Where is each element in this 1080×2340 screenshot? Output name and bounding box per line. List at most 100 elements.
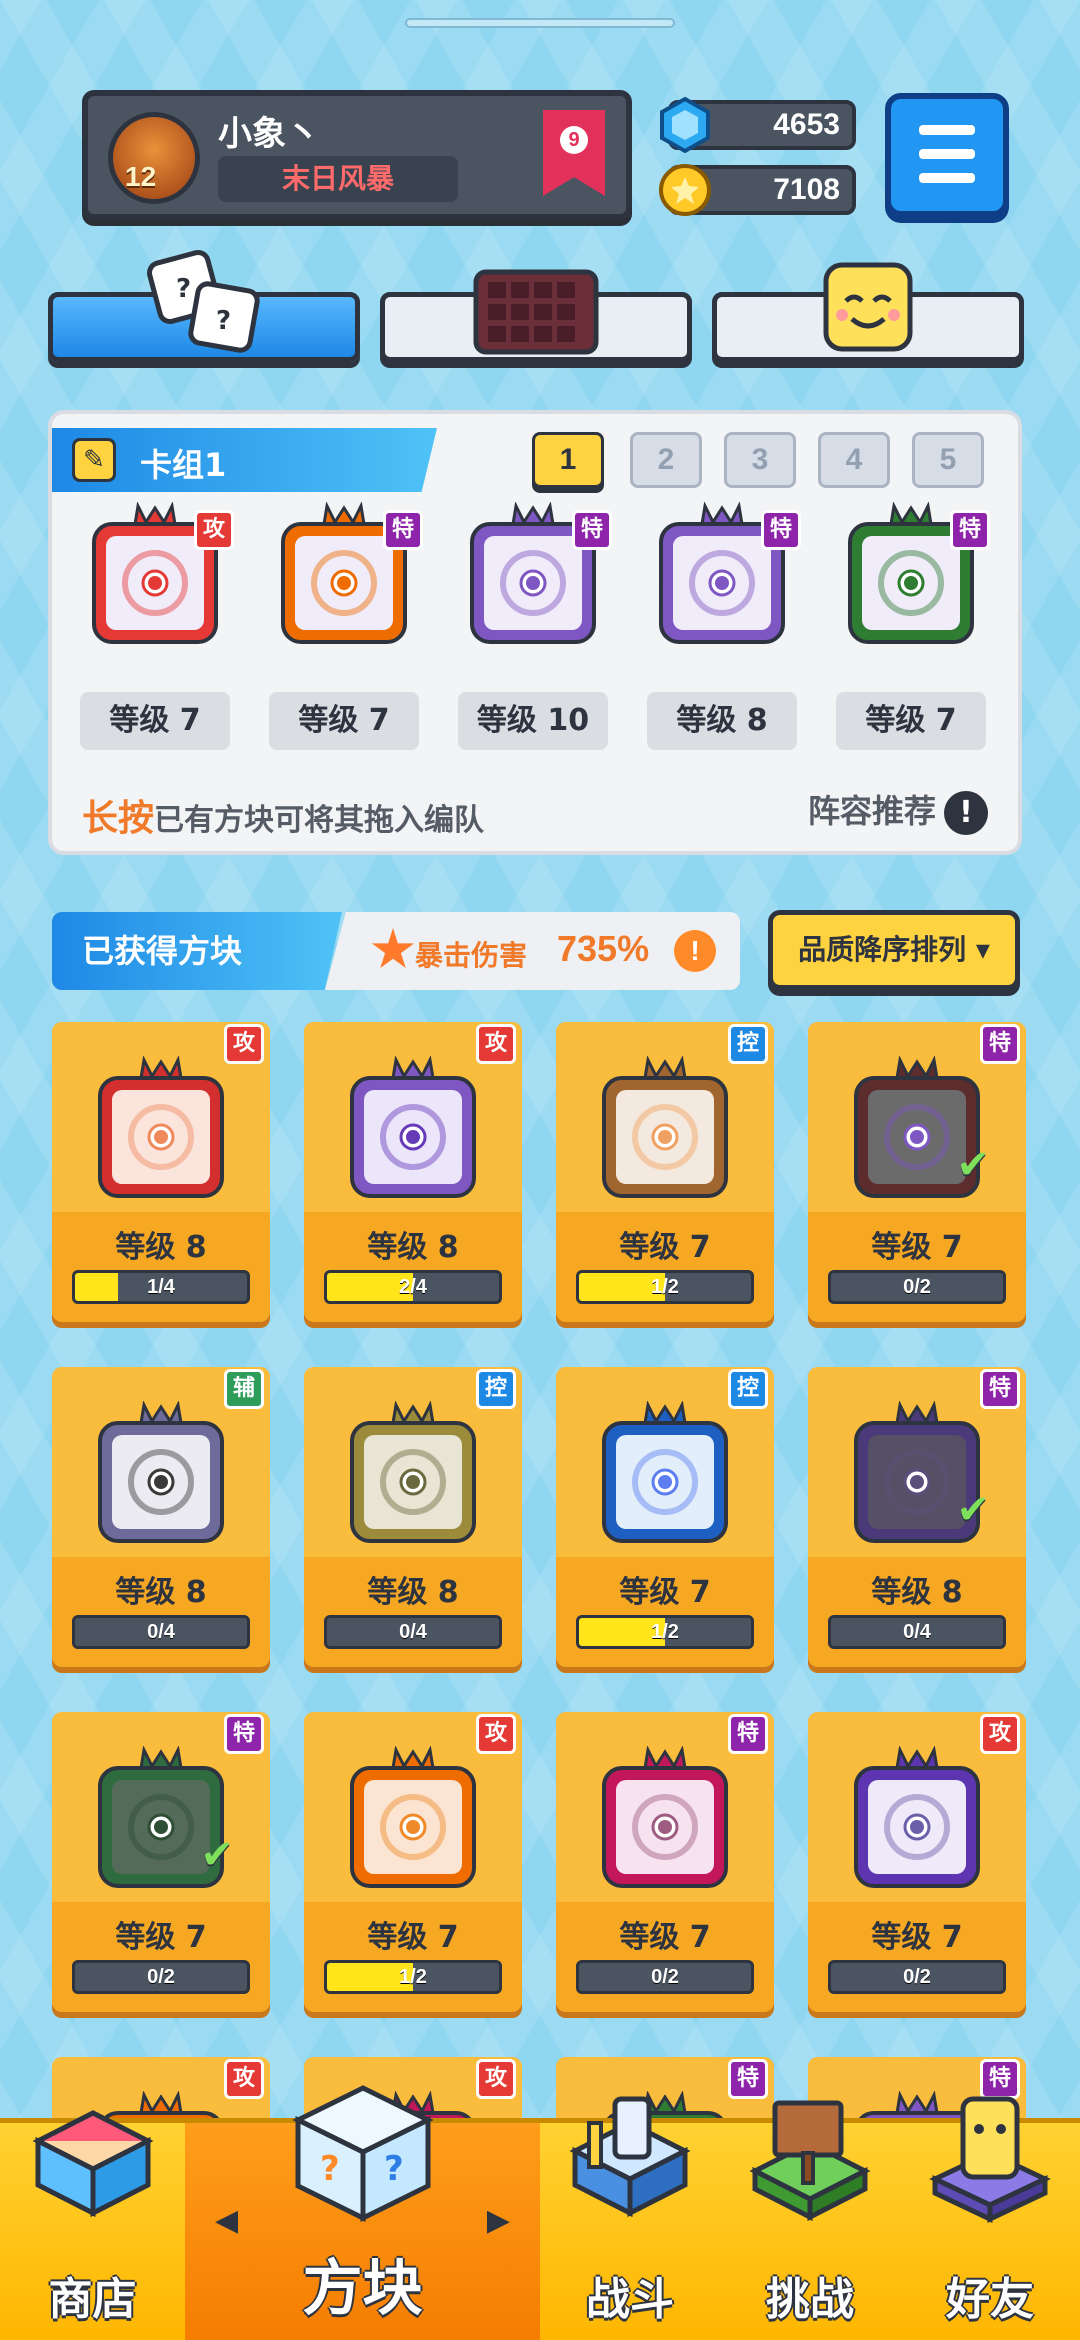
- progress-text: 0/4: [147, 1621, 175, 1643]
- upgrade-progress-bar: 1/2: [324, 1960, 502, 1994]
- type-badge: 特: [572, 510, 612, 550]
- nav-blocks[interactable]: ? ? ◀ ▶ 方块: [185, 2085, 540, 2340]
- progress-text: 1/2: [651, 1621, 679, 1643]
- type-badge: 特: [980, 1024, 1020, 1064]
- block-level: 等级 8: [115, 1230, 207, 1265]
- block-level: 等级 7: [619, 1575, 711, 1610]
- deck-card[interactable]: 攻: [80, 501, 234, 652]
- block-frame: [338, 1400, 488, 1551]
- type-badge: 特: [980, 1369, 1020, 1409]
- nav-shop-label: 商店: [48, 2274, 137, 2325]
- block-card[interactable]: 辅等级 8 0/4: [52, 1367, 270, 1667]
- crit-info-icon[interactable]: !: [674, 930, 716, 972]
- progress-text: 0/2: [147, 1966, 175, 1988]
- nav-blocks-label: 方块: [302, 2254, 423, 2324]
- menu-button[interactable]: [885, 93, 1009, 217]
- menu-line: [919, 173, 975, 183]
- coin-counter[interactable]: 7108: [659, 164, 856, 216]
- info-icon: !: [944, 791, 988, 835]
- block-icon: [350, 1055, 476, 1198]
- tab-board[interactable]: [380, 269, 692, 362]
- nav-next-arrow[interactable]: ▶: [487, 2203, 510, 2238]
- block-icon: [350, 1400, 476, 1543]
- type-badge: 特: [761, 510, 801, 550]
- gem-counter[interactable]: 4653: [660, 96, 856, 154]
- svg-text:?: ?: [320, 2149, 340, 2189]
- block-level: 等级 7: [367, 1920, 459, 1955]
- nav-friends[interactable]: 好友: [900, 2096, 1080, 2340]
- type-badge: 特: [383, 510, 423, 550]
- nav-battle[interactable]: 战斗: [540, 2096, 720, 2340]
- gem-count: 4653: [773, 108, 840, 141]
- type-badge: 特: [728, 1714, 768, 1754]
- block-level: 等级 8: [871, 1575, 963, 1610]
- owned-blocks-title: 已获得方块: [52, 912, 342, 990]
- drag-hint: 长按已有方块可将其拖入编队: [82, 789, 484, 841]
- deck-card[interactable]: 特: [836, 501, 990, 652]
- block-card[interactable]: 控等级 7 1/2: [556, 1367, 774, 1667]
- block-level: 等级 7: [619, 1920, 711, 1955]
- block-card[interactable]: 攻等级 8 2/4: [304, 1022, 522, 1322]
- upgrade-progress-bar: 0/2: [72, 1960, 250, 1994]
- deck-slot-2[interactable]: 2: [630, 432, 702, 488]
- nav-shop[interactable]: 商店: [0, 2110, 185, 2340]
- player-level: 12: [125, 161, 157, 192]
- tab-dice[interactable]: ? ?: [48, 250, 360, 362]
- block-card[interactable]: 攻等级 7 0/2: [808, 1712, 1026, 2012]
- deck-slot-5[interactable]: 5: [912, 432, 984, 488]
- block-card[interactable]: 攻等级 8 1/4: [52, 1022, 270, 1322]
- crit-damage-panel[interactable]: 暴击伤害 735% !: [325, 912, 740, 990]
- coin-icon: [659, 164, 711, 216]
- deck-slot-4[interactable]: 4: [818, 432, 890, 488]
- upgrade-progress-bar: 0/4: [828, 1615, 1006, 1649]
- svg-text:?: ?: [384, 2149, 404, 2189]
- sort-dropdown[interactable]: 品质降序排列 ▾: [768, 910, 1020, 990]
- nav-friends-label: 好友: [946, 2274, 1034, 2325]
- block-level: 等级 7: [619, 1230, 711, 1265]
- recommend-label: 阵容推荐: [807, 792, 936, 830]
- progress-text: 0/2: [903, 1276, 931, 1298]
- block-card[interactable]: 控等级 8 0/4: [304, 1367, 522, 1667]
- deck-title: 卡组1: [140, 446, 227, 484]
- block-card[interactable]: 特 ✔ 等级 7 0/2: [808, 1022, 1026, 1322]
- block-level: 等级 8: [115, 1575, 207, 1610]
- hint-strong: 长按: [82, 798, 155, 839]
- deck-slot-3[interactable]: 3: [724, 432, 796, 488]
- block-frame: [86, 1055, 236, 1206]
- deck-card[interactable]: 特: [269, 501, 423, 652]
- type-badge: 攻: [224, 1024, 264, 1064]
- type-badge: 攻: [476, 2059, 516, 2099]
- edit-icon[interactable]: ✎: [72, 438, 116, 482]
- player-name: 小象丶: [218, 114, 320, 154]
- block-level: 等级 8: [367, 1575, 459, 1610]
- block-level: 等级 7: [871, 1920, 963, 1955]
- block-card[interactable]: 特等级 7 0/2: [556, 1712, 774, 2012]
- block-card[interactable]: 控等级 7 1/2: [556, 1022, 774, 1322]
- deck-title-bar[interactable]: ✎ 卡组1: [52, 428, 437, 492]
- deck-card[interactable]: 特: [458, 501, 612, 652]
- coin-count: 7108: [773, 173, 840, 206]
- upgrade-progress-bar: 1/2: [576, 1615, 754, 1649]
- block-frame: [338, 1055, 488, 1206]
- upgrade-progress-bar: 0/2: [828, 1960, 1006, 1994]
- type-badge: 攻: [980, 1714, 1020, 1754]
- deck-card[interactable]: 特: [647, 501, 801, 652]
- block-card[interactable]: 特 ✔ 等级 7 0/2: [52, 1712, 270, 2012]
- type-badge: 控: [728, 1024, 768, 1064]
- block-frame: [338, 1745, 488, 1896]
- profile-panel[interactable]: 12 小象丶 末日风暴 9: [82, 90, 632, 220]
- block-card[interactable]: 攻等级 7 1/2: [304, 1712, 522, 2012]
- block-card[interactable]: 特 ✔ 等级 8 0/4: [808, 1367, 1026, 1667]
- progress-text: 1/2: [399, 1966, 427, 1988]
- nav-challenge[interactable]: 挑战: [720, 2100, 900, 2340]
- tab-emote[interactable]: [712, 262, 1024, 362]
- equipped-check-icon: ✔: [956, 1142, 990, 1188]
- rank-ribbon-icon: 9: [543, 110, 605, 196]
- hint-rest: 已有方块可将其拖入编队: [154, 803, 485, 838]
- lineup-recommend-button[interactable]: 阵容推荐!: [808, 786, 988, 835]
- deck-slot-1[interactable]: 1: [532, 432, 604, 488]
- upgrade-progress-bar: 1/4: [72, 1270, 250, 1304]
- type-badge: 攻: [224, 2059, 264, 2099]
- nav-prev-arrow[interactable]: ◀: [215, 2203, 238, 2238]
- type-badge: 攻: [194, 510, 234, 550]
